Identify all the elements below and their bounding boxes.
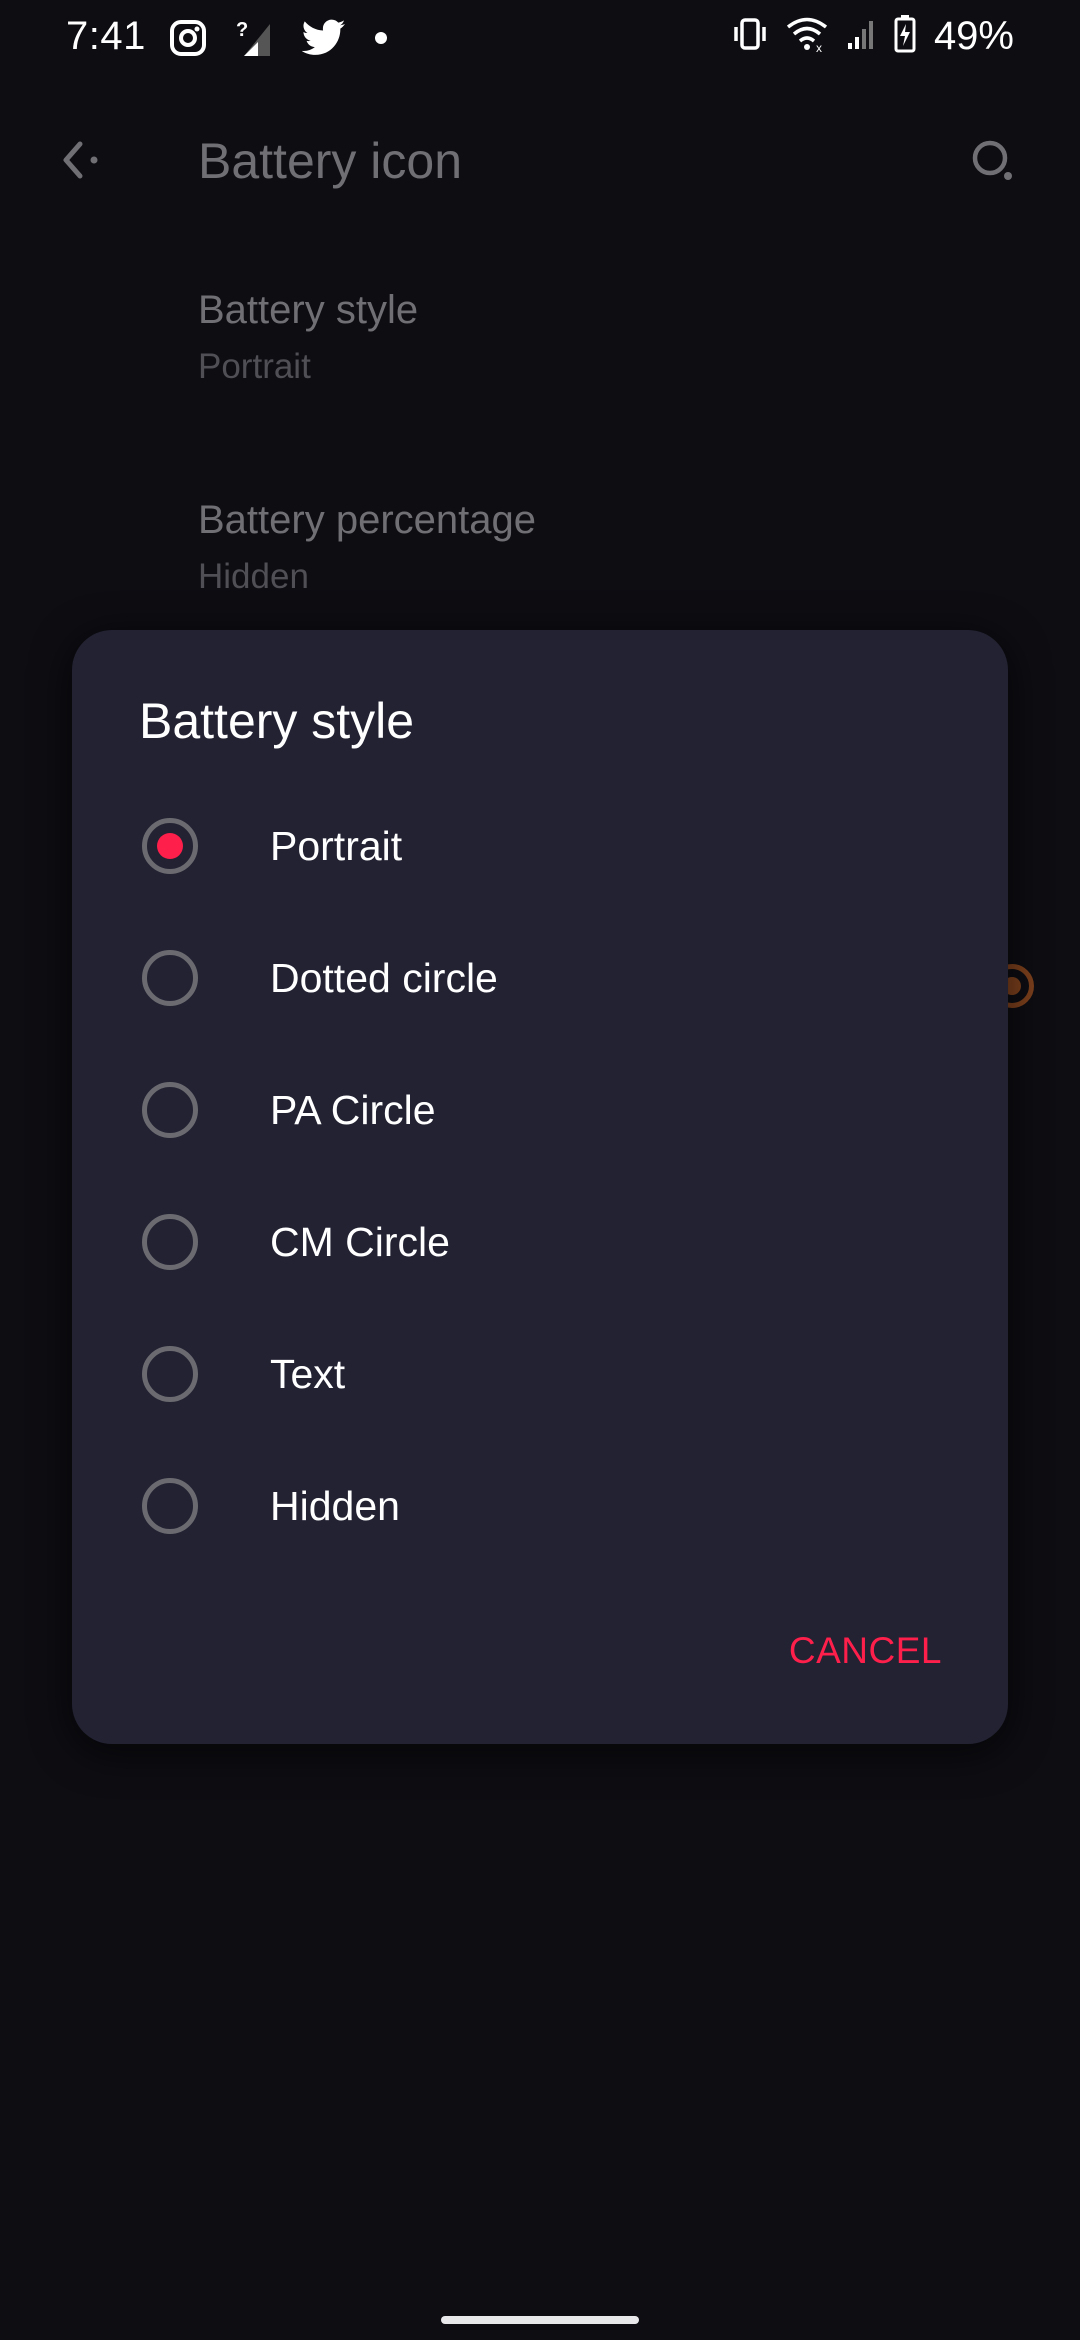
system-icons: x 49% [732,14,1014,59]
option-pa-circle[interactable]: PA Circle [72,1044,1008,1176]
option-hidden[interactable]: Hidden [72,1440,1008,1572]
radio-button[interactable] [142,1082,198,1138]
option-dotted-circle[interactable]: Dotted circle [72,912,1008,1044]
option-label: Text [270,1350,346,1397]
option-label: CM Circle [270,1218,450,1265]
setting-battery-style[interactable]: Battery style Portrait [198,288,418,387]
radio-button[interactable] [142,1346,198,1402]
svg-text:x: x [816,41,822,52]
option-list: Portrait Dotted circle PA Circle CM Circ… [72,780,1008,1572]
instagram-icon [168,18,208,63]
option-portrait[interactable]: Portrait [72,780,1008,912]
back-button[interactable] [48,128,112,192]
notification-icons: ? [168,18,388,63]
option-text[interactable]: Text [72,1308,1008,1440]
wifi-icon: x [786,16,828,57]
dot-icon [374,31,388,50]
setting-title: Battery percentage [198,498,536,542]
status-time: 7:41 [66,14,146,58]
cell-signal-icon [846,17,876,56]
app-bar: Battery icon [0,110,1080,210]
radio-button[interactable] [142,1478,198,1534]
dialog-title: Battery style [139,693,415,749]
option-label: Dotted circle [270,954,498,1001]
search-button[interactable] [962,130,1026,194]
option-label: Hidden [270,1482,400,1529]
radio-button-checked[interactable] [142,818,198,874]
signal-unknown-icon: ? [236,18,274,63]
setting-summary: Hidden [198,557,309,596]
battery-percent: 49% [933,14,1014,58]
radio-button[interactable] [142,950,198,1006]
status-bar: 7:41 ? x 49% [0,0,1080,80]
page-title: Battery icon [198,133,463,189]
gesture-nav-bar[interactable] [441,2316,639,2324]
twitter-icon [301,19,346,62]
search-icon [972,140,1012,180]
cancel-button[interactable]: CANCEL [789,1630,942,1672]
radio-button[interactable] [142,1214,198,1270]
svg-text:?: ? [236,19,248,41]
back-arrow-icon [63,141,98,179]
battery-style-dialog: Battery style Portrait Dotted circle PA … [72,630,1008,1744]
setting-title: Battery style [198,288,419,332]
option-label: Portrait [270,822,403,869]
option-label: PA Circle [270,1086,436,1133]
option-cm-circle[interactable]: CM Circle [72,1176,1008,1308]
screen: 7:41 ? x 49% Battery icon Battery style … [0,0,1080,2340]
vibrate-icon [732,16,768,57]
setting-battery-percentage[interactable]: Battery percentage Hidden [198,498,536,597]
setting-summary: Portrait [198,347,311,386]
battery-charging-icon [894,15,916,58]
